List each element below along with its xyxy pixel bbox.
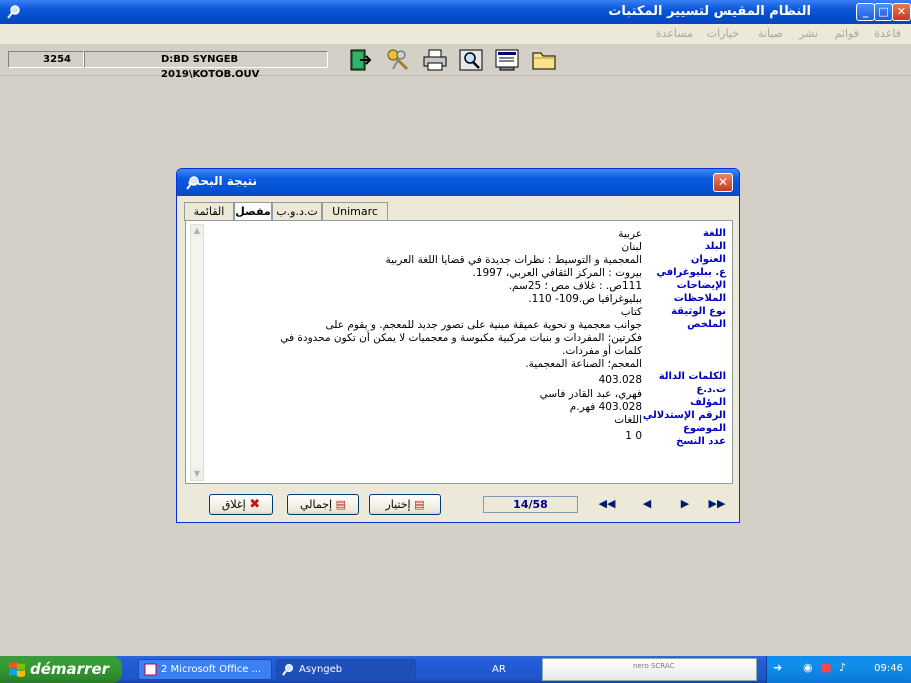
list-icon: ▤ <box>414 498 425 511</box>
menu-maintenance[interactable]: صيانة <box>758 27 783 40</box>
label-doc-type: نوع الوثيقة <box>671 306 726 317</box>
dialog-close-button[interactable]: ✕ <box>713 173 733 192</box>
clock: 09:46 <box>874 663 903 674</box>
value-country: لبنان <box>621 241 642 253</box>
close-button[interactable]: ✕ <box>892 3 911 21</box>
task-office[interactable]: 2 Microsoft Office ... <box>138 659 272 680</box>
tray-volume-icon[interactable]: ♪ <box>839 661 846 674</box>
system-tray: ➜ ◉ ■ ♪ 09:46 <box>766 656 911 683</box>
label-abstract: الملخص <box>687 319 726 330</box>
value-author: فهري، عبد القادر فاسي <box>539 388 642 400</box>
tray-shield-icon[interactable]: ■ <box>821 661 831 674</box>
select-button[interactable]: ▤ إختيار <box>369 494 441 515</box>
close-record-button[interactable]: ✖ إغلاق <box>209 494 273 515</box>
office-icon <box>144 663 157 676</box>
start-label: démarrer <box>30 660 110 678</box>
label-keywords: الكلمات الدالة <box>658 371 726 382</box>
language-indicator[interactable]: AR <box>492 664 506 675</box>
label-title: العنوان <box>690 254 726 265</box>
detail-panel: ▲ ▼ اللغة البلد العنوان ع. ببليوغرافي ال… <box>185 220 733 484</box>
scroll-up-icon[interactable]: ▲ <box>191 225 203 237</box>
value-abstract-line-3: كلمات أو مفردات. <box>562 345 642 357</box>
label-country: البلد <box>704 241 726 252</box>
list-icon: ▤ <box>335 498 346 511</box>
label-illustrations: الإيضاحات <box>676 280 726 291</box>
vertical-scrollbar[interactable]: ▲ ▼ <box>190 224 204 481</box>
task-asyngeb[interactable]: Asyngeb <box>276 659 416 680</box>
previous-record-icon[interactable]: ◀ <box>637 497 657 513</box>
value-doc-type: كتاب <box>620 306 642 318</box>
app-title: النظام المقيس لتسيير المكتبات <box>608 4 811 19</box>
value-keywords: المعجم؛ الصناعة المعجمية. <box>525 358 642 370</box>
printer-icon[interactable] <box>422 48 448 72</box>
value-abstract-line-1: جوانب معجمية و نحوية عميقة مبنية على تصو… <box>325 319 643 331</box>
tab-detailed[interactable]: مفصل <box>234 202 272 222</box>
tab-tdwb[interactable]: ت.د.و.ب <box>272 202 322 221</box>
menu-options[interactable]: خيارات <box>707 27 739 40</box>
value-abstract-line-2: فكرتين: المفردات و بنيات مركبية مكبوسة و… <box>280 332 642 344</box>
toolbar: 3254 D:BD SYNGEB 2019\KOTOB.OUV <box>0 44 911 80</box>
magnifier-icon[interactable] <box>458 48 484 72</box>
maximize-button[interactable]: □ <box>874 3 893 21</box>
tab-list[interactable]: القائمة <box>184 202 234 221</box>
tab-unimarc[interactable]: Unimarc <box>322 202 388 221</box>
scroll-down-icon[interactable]: ▼ <box>191 468 203 480</box>
label-subject: الموضوع <box>683 423 726 434</box>
screen-icon[interactable] <box>494 48 520 72</box>
label-bibliographic: ع. ببليوغرافي <box>656 267 726 278</box>
record-count-field: 3254 <box>8 51 84 68</box>
keys-icon[interactable] <box>385 48 411 72</box>
value-subject: اللغات <box>614 414 642 426</box>
value-bibliographic: بيروت : المركز الثقافي العربي، 1997. <box>472 267 642 279</box>
summary-label: إجمالي <box>300 498 333 511</box>
task-asyngeb-label: Asyngeb <box>299 664 343 675</box>
label-language: اللغة <box>703 228 726 239</box>
value-copies: 0 1 <box>625 430 642 442</box>
exit-icon[interactable] <box>348 48 374 72</box>
value-title: المعجمية و التوسيط : نظرات جديدة في قضاي… <box>385 254 642 266</box>
search-result-dialog: نتيجة البحث ✕ القائمة مفصل ت.د.و.ب Unima… <box>176 168 740 523</box>
label-author: المؤلف <box>690 397 726 408</box>
taskbar: démarrer 2 Microsoft Office ... Asyngeb … <box>0 656 911 683</box>
menu-publish[interactable]: نشر <box>799 27 818 40</box>
value-language: عربية <box>618 228 642 240</box>
tray-network-icon[interactable]: ◉ <box>803 661 813 674</box>
menu-base[interactable]: قاعدة <box>874 27 901 40</box>
menu-bar: قاعدة قوائم نشر صيانة خيارات مساعدة <box>0 24 911 44</box>
close-record-label: إغلاق <box>221 498 246 511</box>
menu-help[interactable]: مساعدة <box>656 27 693 40</box>
next-record-icon[interactable]: ▶ <box>675 497 695 513</box>
label-call-number: الرقم الإستدلالي <box>642 410 726 421</box>
navigation-bar: ✖ إغلاق ▤ إجمالي ▤ إختيار 14/58 ◀◀ ◀ ▶ ▶… <box>185 494 733 519</box>
nero-logo: nero SCRAC <box>633 662 675 670</box>
start-button[interactable]: démarrer <box>0 656 122 683</box>
label-notes: الملاحظات <box>673 293 726 304</box>
summary-button[interactable]: ▤ إجمالي <box>287 494 359 515</box>
folder-icon[interactable] <box>531 48 557 72</box>
dialog-title: نتيجة البحث <box>187 174 257 188</box>
label-copies: عدد النسخ <box>676 436 726 447</box>
record-counter: 14/58 <box>483 496 578 513</box>
task-office-label: 2 Microsoft Office ... <box>161 664 262 675</box>
nero-search-bar[interactable]: nero SCRAC <box>542 658 757 681</box>
value-call-number: 403.028 فهر.م <box>569 401 642 413</box>
value-notes: ببليوغرافيا ص.109- 110. <box>528 293 642 305</box>
first-record-icon[interactable]: ◀◀ <box>597 497 617 513</box>
red-x-icon: ✖ <box>249 497 261 512</box>
minimize-button[interactable]: _ <box>856 3 875 21</box>
value-illustrations: 111ص. : غلاف مص ؛ 25سم. <box>508 280 642 292</box>
select-label: إختيار <box>385 498 411 511</box>
magnifier-icon <box>282 664 293 676</box>
last-record-icon[interactable]: ▶▶ <box>707 497 727 513</box>
app-title-bar: ✕ □ _ النظام المقيس لتسيير المكتبات <box>0 0 911 24</box>
dialog-title-bar: نتيجة البحث ✕ <box>177 169 739 196</box>
value-tdu: 403.028 <box>598 374 642 386</box>
magnifier-icon <box>7 5 20 19</box>
label-tdu: ت.د.ع <box>696 384 726 395</box>
windows-flag-icon <box>9 662 25 677</box>
db-path-field: D:BD SYNGEB 2019\KOTOB.OUV <box>84 51 328 80</box>
menu-lists[interactable]: قوائم <box>835 27 859 40</box>
tray-arrow-icon[interactable]: ➜ <box>773 661 782 674</box>
